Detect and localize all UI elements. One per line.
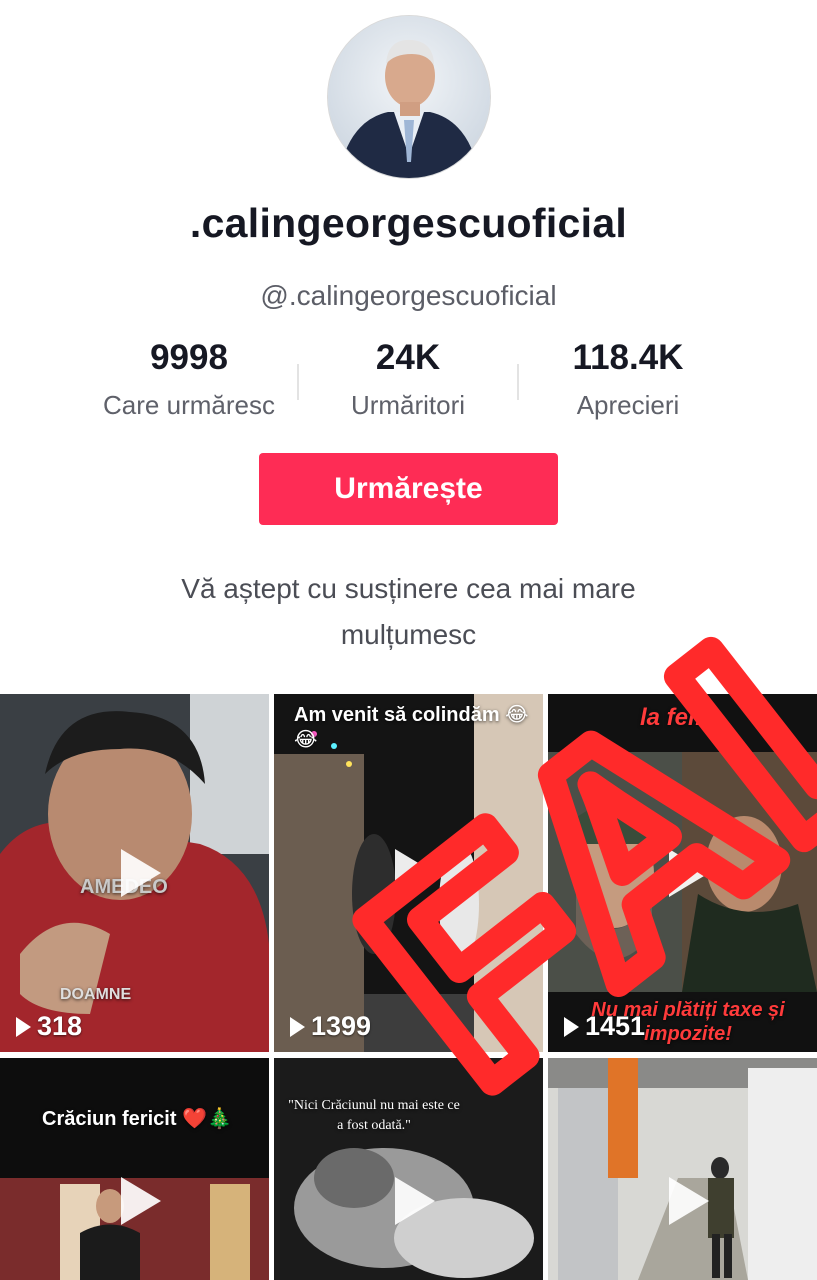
stat-likes-count: 118.4K <box>572 338 684 377</box>
profile-avatar[interactable] <box>328 16 490 178</box>
stat-divider <box>297 364 299 400</box>
view-count-text: 1451 <box>585 1011 646 1041</box>
profile-stats: 9998 Care urmăresc 24K Urmăritori 118.4K… <box>0 338 817 428</box>
play-icon <box>394 849 435 897</box>
bio-line: mulțumesc <box>340 619 477 650</box>
stat-following-label: Care urmăresc <box>103 390 275 420</box>
video-view-count: 1399 <box>290 1011 371 1042</box>
stat-followers-count: 24K <box>375 338 441 377</box>
play-icon <box>120 1177 161 1225</box>
video-thumbnail[interactable]: "Nici Crăciunul nu mai este ce a fost od… <box>274 1058 543 1280</box>
view-count-text: 1399 <box>311 1011 372 1041</box>
bio-line: Vă aștept cu susținere cea mai mare <box>181 573 636 604</box>
video-overlay-text: la fel! <box>640 704 703 731</box>
video-thumbnail[interactable]: AMEDEO DOAMNE 318 <box>0 694 269 1052</box>
play-count-icon <box>16 1016 31 1037</box>
play-icon <box>668 849 709 897</box>
play-icon <box>394 1177 435 1225</box>
stat-followers-label: Urmăritori <box>350 390 466 420</box>
stat-followers[interactable]: 24K Urmăritori <box>318 338 498 421</box>
profile-handle: @.calingeorgescuoficial <box>260 280 557 311</box>
play-count-icon <box>564 1016 579 1037</box>
video-thumbnail[interactable]: la fel! Nu mai plătiți taxe și impozite!… <box>548 694 817 1052</box>
video-grid: AMEDEO DOAMNE 318 Am venit să colindăm 😂… <box>0 694 817 1280</box>
view-count-text: 318 <box>37 1011 83 1041</box>
stat-likes-label: Aprecieri <box>576 390 680 420</box>
play-count-icon <box>290 1016 305 1037</box>
video-caption-text: DOAMNE <box>60 986 132 1003</box>
stat-divider <box>517 364 519 400</box>
play-icon <box>120 849 161 897</box>
video-thumbnail[interactable]: Am venit să colindăm 😂😂 1399 <box>274 694 543 1052</box>
video-overlay-text: Am venit să colindăm 😂😂 <box>294 704 529 751</box>
video-overlay-text: Crăciun fericit ❤️🎄 <box>42 1108 232 1130</box>
stat-following-count: 9998 <box>150 338 228 377</box>
profile-bio: Vă aștept cu susținere cea mai mare mulț… <box>80 566 737 658</box>
follow-button[interactable]: Urmărește <box>259 453 558 525</box>
play-icon <box>668 1177 709 1225</box>
stat-likes[interactable]: 118.4K Aprecieri <box>538 338 718 421</box>
video-view-count: 318 <box>16 1011 82 1042</box>
profile-display-name: .calingeorgescuoficial <box>189 200 628 246</box>
video-thumbnail[interactable]: Crăciun fericit ❤️🎄 <box>0 1058 269 1280</box>
video-thumbnail[interactable] <box>548 1058 817 1280</box>
video-view-count: 1451 <box>564 1011 645 1042</box>
video-overlay-text: "Nici Crăciunul nu mai este ce a fost od… <box>288 1098 460 1133</box>
stat-following[interactable]: 9998 Care urmăresc <box>84 338 294 421</box>
